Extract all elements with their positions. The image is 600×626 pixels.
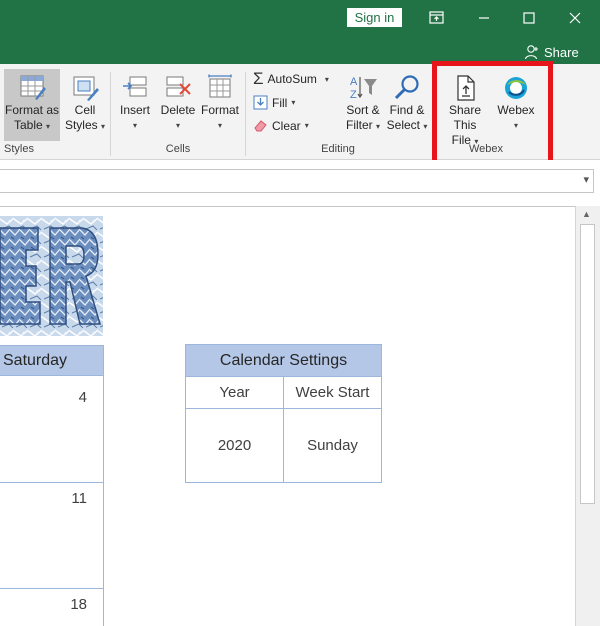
- calendar-settings-title: Calendar Settings: [185, 344, 382, 377]
- chevron-down-icon: ▾: [324, 74, 329, 84]
- insert-cells-icon: [123, 76, 147, 97]
- calendar-day-cell[interactable]: 11: [0, 483, 104, 589]
- winter-banner-image: [0, 216, 103, 336]
- insert-button[interactable]: Insert ▾: [113, 69, 157, 141]
- cell-styles-label-1: Cell: [74, 103, 96, 117]
- autosum-button[interactable]: Σ AutoSum ▾: [253, 69, 329, 88]
- year-value-cell[interactable]: 2020: [185, 408, 284, 483]
- chevron-down-icon: ▾: [46, 122, 51, 131]
- format-cells-icon: [208, 74, 232, 98]
- sign-in-button[interactable]: Sign in: [347, 8, 402, 27]
- sigma-icon: Σ: [253, 69, 264, 88]
- sort-filter-label-1: Sort &: [346, 103, 380, 117]
- year-header-cell: Year: [185, 376, 284, 409]
- clear-label: Clear: [272, 118, 301, 133]
- svg-text:A: A: [350, 76, 358, 88]
- group-separator: [110, 72, 111, 156]
- chevron-down-icon[interactable]: ▾: [583, 173, 589, 186]
- insert-label: Insert: [119, 103, 150, 117]
- group-separator: [245, 72, 246, 156]
- cell-styles-icon: [73, 76, 99, 101]
- share-button[interactable]: Share: [524, 43, 579, 61]
- format-as-table-label-2: Table: [13, 118, 43, 132]
- styles-group-label: Styles: [4, 143, 34, 155]
- svg-text:Z: Z: [350, 89, 357, 101]
- scrollbar-thumb[interactable]: [580, 224, 595, 504]
- scroll-up-icon[interactable]: ▲: [582, 209, 591, 219]
- minimize-icon[interactable]: [474, 8, 494, 28]
- vertical-scrollbar[interactable]: ▲: [575, 206, 600, 626]
- maximize-icon[interactable]: [519, 8, 539, 28]
- week-start-header-cell: Week Start: [283, 376, 382, 409]
- week-start-value-cell[interactable]: Sunday: [283, 408, 382, 483]
- calendar-day-cell[interactable]: 18: [0, 589, 104, 626]
- person-icon: [524, 45, 538, 60]
- chevron-down-icon: ▾: [175, 121, 180, 130]
- delete-button[interactable]: Delete ▾: [157, 69, 199, 141]
- format-label: Format: [200, 103, 239, 117]
- title-bar: Sign in: [0, 0, 600, 38]
- delete-cells-icon: [166, 76, 191, 97]
- cell-styles-label-2: Styles: [64, 118, 98, 132]
- calendar-date: 11: [71, 490, 87, 507]
- chevron-down-icon: ▾: [217, 121, 222, 130]
- chevron-down-icon: ▾: [423, 122, 428, 131]
- share-label: Share: [544, 44, 579, 60]
- find-select-label-2: Select: [386, 118, 420, 132]
- fill-label: Fill: [272, 95, 288, 110]
- close-icon[interactable]: [565, 8, 585, 28]
- webex-group-highlight: [432, 61, 553, 166]
- cells-group-label: Cells: [165, 143, 191, 155]
- fill-down-icon: [253, 95, 268, 110]
- chevron-down-icon: ▾: [132, 121, 137, 130]
- sort-filter-label-2: Filter: [345, 118, 373, 132]
- format-button[interactable]: Format ▾: [199, 69, 241, 141]
- format-as-table-button[interactable]: Format as Table ▾: [4, 69, 60, 141]
- eraser-icon: [254, 120, 267, 132]
- formula-input[interactable]: ▾: [0, 169, 594, 193]
- chevron-down-icon: ▾: [376, 122, 381, 131]
- ribbon-display-options-icon[interactable]: [427, 8, 447, 28]
- find-select-label-1: Find &: [389, 103, 425, 117]
- chevron-down-icon: ▾: [304, 121, 309, 130]
- calendar-day-header: Saturday: [0, 345, 104, 376]
- magnifier-icon: [394, 75, 419, 100]
- delete-label: Delete: [160, 103, 196, 117]
- cell-styles-button[interactable]: Cell Styles ▾: [62, 69, 108, 141]
- calendar-day-cell[interactable]: 4: [0, 376, 104, 483]
- calendar-date: 18: [70, 596, 87, 613]
- find-select-button[interactable]: Find & Select ▾: [385, 69, 429, 141]
- format-as-table-label-1: Format as: [4, 103, 59, 117]
- fill-button[interactable]: Fill ▾: [253, 95, 295, 110]
- editing-group-label: Editing: [321, 143, 355, 155]
- format-as-table-icon: [20, 75, 46, 100]
- clear-button[interactable]: Clear ▾: [253, 118, 309, 133]
- sort-filter-button[interactable]: A Z Sort & Filter ▾: [341, 69, 385, 141]
- autosum-label: AutoSum: [267, 72, 317, 86]
- formula-bar: ▾: [0, 160, 600, 206]
- calendar-date: 4: [78, 389, 87, 406]
- chevron-down-icon: ▾: [291, 98, 296, 107]
- sort-filter-icon: A Z: [350, 76, 377, 101]
- chevron-down-icon: ▾: [101, 122, 106, 131]
